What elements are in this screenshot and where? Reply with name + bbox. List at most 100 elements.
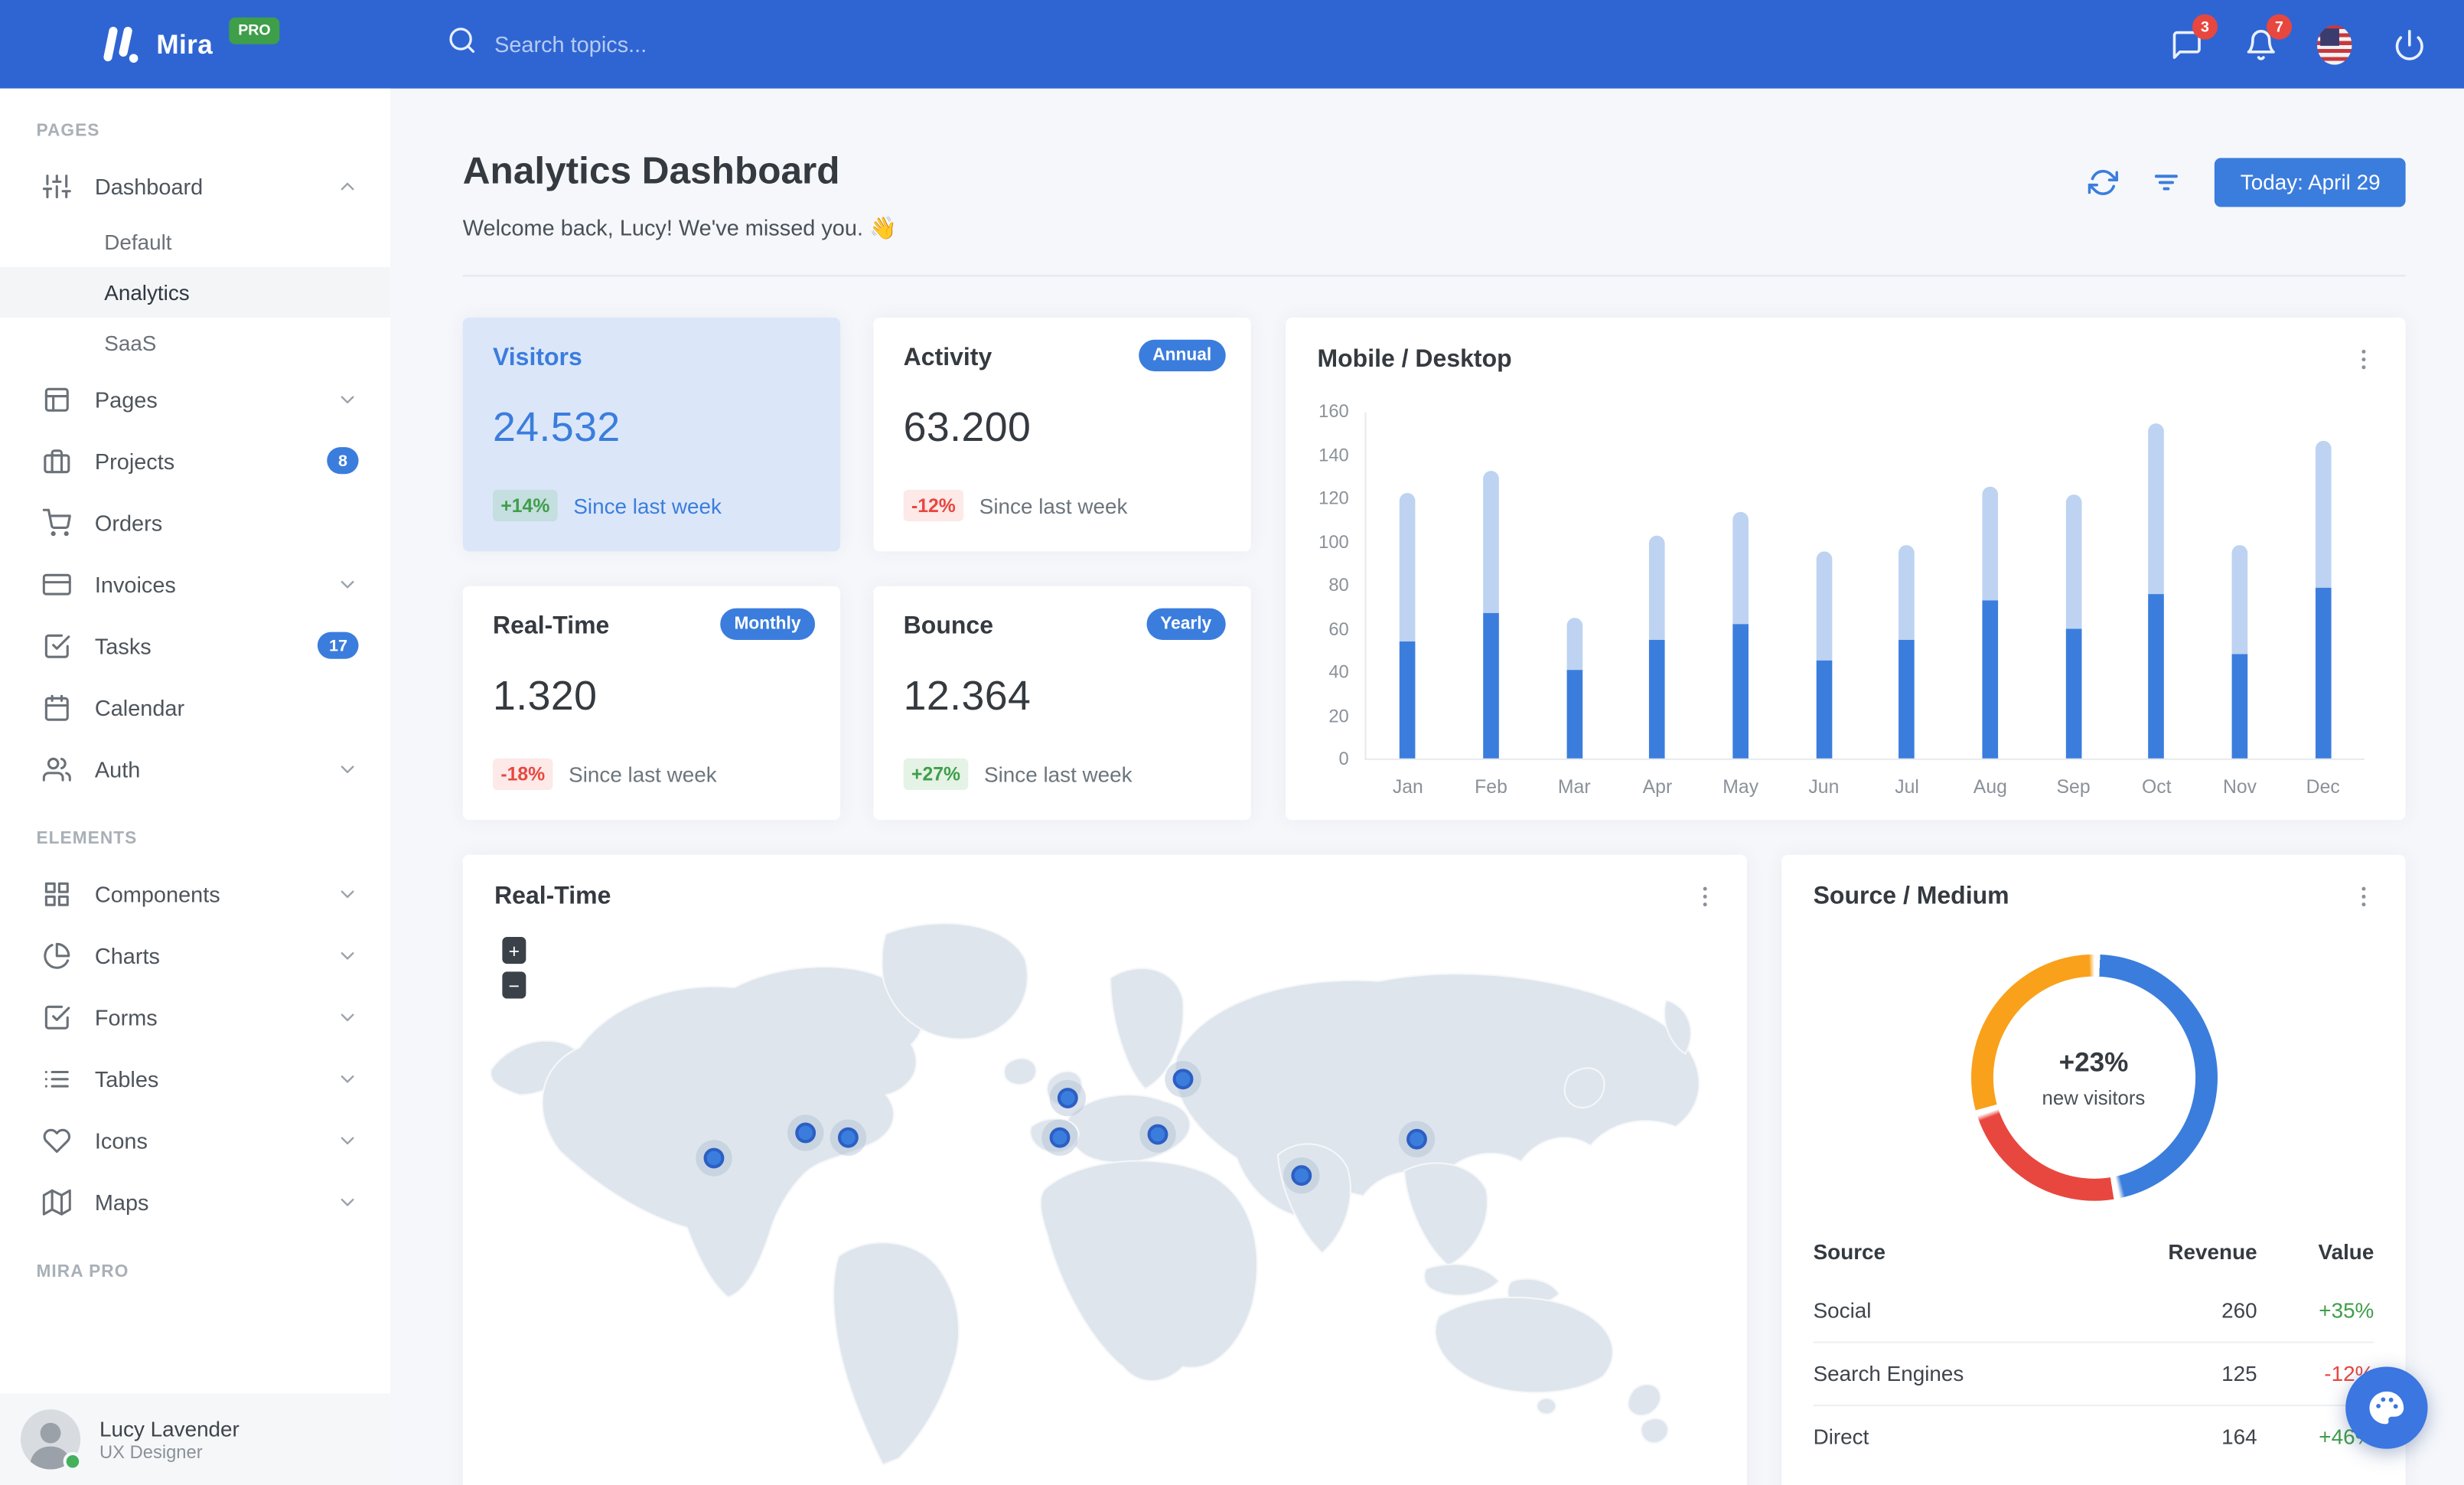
sidebar-item-pages[interactable]: Pages (0, 368, 390, 429)
col-value: Value (2318, 1240, 2374, 1265)
map-zoom-in-button[interactable]: + (502, 937, 526, 964)
bar-segment-desktop (2315, 440, 2332, 588)
bar-nov (2198, 413, 2282, 759)
date-range-button[interactable]: Today: April 29 (2215, 158, 2406, 207)
x-label-apr: Apr (1642, 775, 1673, 798)
stat-delta-chip: +27% (903, 758, 969, 791)
sidebar-item-tables[interactable]: Tables (0, 1047, 390, 1108)
search-input[interactable] (494, 31, 1000, 57)
filter-icon (2155, 175, 2179, 191)
x-axis-labels: Jan Feb Mar Apr May Jun Jul Aug Sep Oct Nov Dec (1311, 760, 2365, 798)
header-divider (462, 275, 2406, 277)
stat-footer: -12% Since last week (903, 489, 1221, 524)
messages-count-badge: 3 (2192, 14, 2218, 40)
sidebar-item-tasks[interactable]: Tasks 17 (0, 615, 390, 676)
source-table: Source Revenue Value Social 260 +35% Search… (1813, 1228, 2374, 1468)
messages-button[interactable]: 3 (2169, 14, 2218, 61)
notifications-button[interactable]: 7 (2243, 14, 2293, 61)
header-actions: Today: April 29 (2088, 158, 2406, 207)
sidebar-item-orders[interactable]: Orders (0, 491, 390, 553)
chevron-down-icon (341, 765, 354, 773)
stat-delta-chip: -18% (492, 758, 553, 791)
table-row-direct: Direct 164 +46% (1813, 1404, 2374, 1468)
x-label-aug: Aug (1973, 775, 2007, 798)
donut-chart: +23% new visitors (1781, 954, 2405, 1201)
more-vertical-icon (2361, 349, 2366, 370)
sidebar-subitem-default[interactable]: Default (0, 217, 390, 267)
refresh-button[interactable] (2088, 168, 2119, 197)
stat-card-real-time: Real-Time Monthly 1.320 -18% Since last week (462, 586, 841, 821)
sidebar-item-maps[interactable]: Maps (0, 1170, 390, 1232)
chevron-down-icon (341, 395, 354, 403)
chevron-down-icon (341, 951, 354, 959)
sidebar-item-icons[interactable]: Icons (0, 1109, 390, 1171)
filter-button[interactable] (2152, 168, 2182, 197)
x-label-jan: Jan (1392, 775, 1423, 798)
source-medium-card: Source / Medium +23% new visitors Source… (1781, 854, 2406, 1485)
welcome-text: Welcome back, Lucy! We've missed you. 👋 (462, 214, 898, 240)
sidebar-item-calendar[interactable]: Calendar (0, 676, 390, 737)
chart-menu-button[interactable] (2350, 346, 2377, 373)
bar-segment-mobile (2148, 594, 2165, 759)
stat-period-badge: Annual (1138, 339, 1226, 372)
navbar-actions: 3 7 (2169, 14, 2464, 64)
sidebar-item-charts[interactable]: Charts (0, 924, 390, 985)
bar-segment-mobile (1899, 639, 1915, 759)
pie-chart-icon (44, 942, 70, 968)
chevron-up-icon (341, 181, 354, 190)
stat-footer: -18% Since last week (492, 758, 810, 793)
sidebar-section-pages: PAGES (36, 121, 100, 141)
bar-segment-desktop (1732, 511, 1749, 625)
stat-card-activity: Activity Annual 63.200 -12% Since last week (873, 317, 1251, 552)
bar-segment-mobile (1400, 641, 1416, 759)
chevron-down-icon (341, 1197, 354, 1206)
main-content: Analytics Dashboard Welcome back, Lucy! … (390, 89, 2464, 1485)
sidebar-subitem-saas[interactable]: SaaS (0, 318, 390, 368)
cell-source: Social (1813, 1298, 1872, 1323)
sidebar-item-label: Tasks (94, 632, 152, 658)
sidebar-item-invoices[interactable]: Invoices (0, 553, 390, 614)
sidebar-subitem-analytics[interactable]: Analytics (0, 266, 390, 318)
x-label-jun: Jun (1808, 775, 1840, 798)
sidebar-item-components[interactable]: Components (0, 863, 390, 924)
sidebar-item-forms[interactable]: Forms (0, 986, 390, 1047)
brand-name: Mira (156, 29, 213, 60)
map-menu-button[interactable] (1692, 883, 1719, 910)
bar-aug (1948, 413, 2032, 759)
map-marker-2 (795, 1121, 816, 1143)
us-flag-icon (2317, 24, 2352, 64)
online-status-dot (63, 1451, 83, 1471)
map-marker-1 (704, 1147, 725, 1169)
sidebar-item-dashboard[interactable]: Dashboard (0, 155, 390, 216)
bar-jul (1866, 413, 1949, 759)
stat-value: 24.532 (492, 403, 621, 451)
bar-segment-mobile (2315, 587, 2332, 759)
chevron-down-icon (341, 579, 354, 588)
bar-segment-desktop (1566, 618, 1582, 670)
stat-caption: Since last week (983, 762, 1133, 786)
notifications-count-badge: 7 (2266, 14, 2293, 40)
source-menu-button[interactable] (2350, 883, 2377, 910)
map-zoom-out-button[interactable]: − (502, 971, 526, 999)
map-marker-7 (1172, 1068, 1194, 1089)
briefcase-icon (44, 449, 70, 473)
top-row: Visitors 24.532 +14% Since last week Activit… (462, 317, 2406, 821)
sidebar-item-label: Orders (94, 509, 163, 535)
signout-button[interactable] (2391, 27, 2426, 61)
list-icon (44, 1069, 69, 1087)
map-marker-9 (1406, 1128, 1428, 1150)
sidebar-item-auth[interactable]: Auth (0, 738, 390, 799)
sidebar-item-projects[interactable]: Projects 8 (0, 429, 390, 491)
y-tick-120: 120 (1318, 489, 1349, 509)
search (447, 25, 2169, 64)
map-marker-6 (1147, 1123, 1168, 1144)
map-marker-3 (837, 1127, 859, 1148)
theme-settings-button[interactable] (2345, 1366, 2428, 1449)
map-marker-5 (1049, 1127, 1071, 1148)
chart-card-title: Mobile / Desktop (1317, 346, 1512, 374)
sidebar-section-elements: ELEMENTS (36, 829, 138, 849)
bar-segment-desktop (1982, 485, 1999, 601)
mobile-desktop-card: Mobile / Desktop 0 20 40 60 80 100 120 140 160 (1286, 317, 2406, 821)
sidebar-user[interactable]: Lucy Lavender UX Designer (0, 1393, 390, 1485)
language-button[interactable] (2317, 24, 2352, 64)
